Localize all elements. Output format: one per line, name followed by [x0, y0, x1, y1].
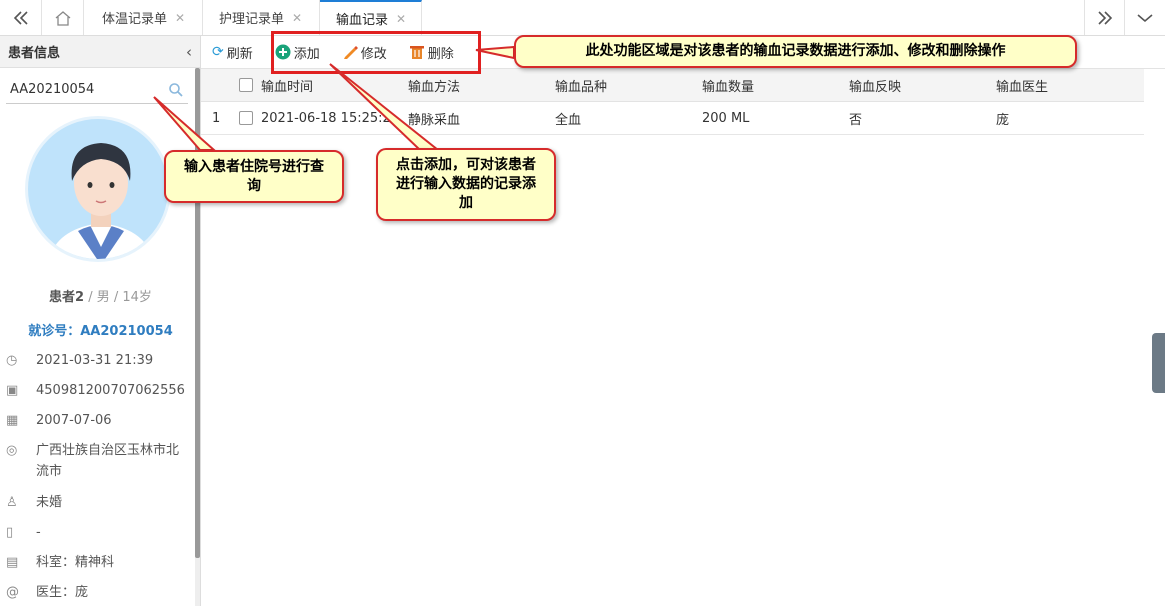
info-birthdate: ▦ 2007-07-06	[6, 410, 191, 431]
patient-search-input[interactable]: AA20210054	[6, 76, 188, 104]
tabs-scroll-left-button[interactable]	[0, 0, 42, 35]
info-department: ▤ 科室：精神科	[6, 552, 191, 573]
visit-id: 就诊号：AA20210054	[28, 324, 173, 339]
info-address: ◎ 广西壮族自治区玉林市北流市	[6, 440, 191, 482]
col-header[interactable]: 输血反映	[849, 76, 996, 95]
info-text: 2021-03-31 21:39	[36, 353, 154, 368]
table-cell: 庞	[996, 112, 1010, 128]
table-row[interactable]: 1 2021-06-18 15:25:2 静脉采血 全血 200 ML 否 庞	[201, 102, 1144, 135]
table-cell: 否	[849, 112, 863, 128]
toolbar-callout: 此处功能区域是对该患者的输血记录数据进行添加、修改和删除操作	[514, 35, 1077, 68]
tab-transfusion[interactable]: 输血记录 ✕	[320, 0, 422, 35]
col-header[interactable]: 输血方法	[408, 76, 555, 95]
refresh-button[interactable]: ⟳ 刷新	[206, 43, 259, 62]
avatar-image	[49, 143, 153, 259]
info-admit-time: ◷ 2021-03-31 21:39	[6, 350, 191, 371]
phone-icon: ▯	[6, 525, 14, 540]
info-id-number: ▣ 450981200707062556	[6, 380, 191, 401]
tab-nursing[interactable]: 护理记录单 ✕	[203, 0, 320, 35]
close-icon[interactable]: ✕	[396, 12, 406, 26]
info-text: 450981200707062556	[36, 383, 185, 398]
info-doctor: @ 医生：庞	[6, 582, 191, 603]
at-icon: @	[6, 585, 19, 600]
tab-label: 体温记录单	[102, 12, 168, 27]
col-header[interactable]: 输血品种	[555, 76, 702, 95]
side-panel-grip[interactable]	[1152, 333, 1165, 393]
select-all-checkbox[interactable]	[231, 78, 261, 92]
double-chevron-left-icon	[13, 10, 28, 25]
info-text: 未婚	[36, 495, 63, 510]
tab-label: 输血记录	[336, 13, 389, 28]
transfusion-table: 输血时间 输血方法 输血品种 输血数量 输血反映 输血医生 1 2021-06-…	[201, 69, 1144, 135]
table-cell: 全血	[555, 112, 582, 128]
home-tab[interactable]	[42, 0, 84, 35]
tabs-menu-button[interactable]	[1124, 0, 1164, 35]
add-callout: 点击添加，可对该患者进行输入数据的记录添加	[376, 148, 556, 221]
close-icon[interactable]: ✕	[292, 11, 302, 25]
row-number: 1	[212, 110, 221, 126]
col-header[interactable]: 输血时间	[261, 76, 408, 95]
search-icon[interactable]	[168, 82, 184, 98]
patient-name: 患者2	[49, 290, 85, 305]
clock-icon: ◷	[6, 353, 18, 368]
table-cell: 静脉采血	[408, 112, 461, 128]
refresh-label: 刷新	[226, 46, 253, 62]
search-value: AA20210054	[10, 82, 95, 97]
col-header[interactable]: 输血医生	[996, 76, 1143, 95]
collapse-sidebar-button[interactable]: ‹	[186, 43, 192, 61]
sidebar-title: 患者信息	[8, 46, 61, 61]
tab-label: 护理记录单	[219, 12, 285, 27]
table-cell: 200 ML	[702, 110, 750, 126]
patient-meta: / 男 / 14岁	[84, 290, 152, 305]
location-icon: ◎	[6, 443, 18, 458]
patient-name-line: 患者2 / 男 / 14岁	[0, 286, 201, 305]
search-callout: 输入患者住院号进行查询	[164, 150, 344, 203]
close-icon[interactable]: ✕	[175, 11, 185, 25]
id-card-icon: ▣	[6, 383, 19, 398]
avatar	[25, 116, 171, 262]
col-header[interactable]: 输血数量	[702, 76, 849, 95]
info-phone: ▯ -	[6, 522, 191, 543]
info-text: 医生：庞	[36, 585, 89, 600]
sidebar-scrollbar-thumb[interactable]	[195, 68, 200, 558]
sidebar-header: 患者信息 ‹	[0, 36, 200, 68]
info-text: 广西壮族自治区玉林市北流市	[36, 443, 180, 479]
info-text: 科室：精神科	[36, 555, 115, 570]
home-icon	[55, 10, 70, 26]
toolbar-highlight-box	[271, 31, 481, 74]
tab-temperature[interactable]: 体温记录单 ✕	[86, 0, 203, 35]
department-icon: ▤	[6, 555, 19, 570]
chevron-down-icon	[1136, 13, 1153, 22]
row-checkbox[interactable]	[231, 111, 261, 125]
info-text: 2007-07-06	[36, 413, 112, 428]
tabs-scroll-right-button[interactable]	[1084, 0, 1124, 35]
user-icon: ♙	[6, 495, 18, 510]
info-marital: ♙ 未婚	[6, 492, 191, 513]
calendar-icon: ▦	[6, 413, 19, 428]
tab-bar: 体温记录单 ✕ 护理记录单 ✕ 输血记录 ✕	[0, 0, 1165, 36]
double-chevron-right-icon	[1097, 10, 1112, 25]
info-text: -	[36, 525, 41, 540]
refresh-icon: ⟳	[212, 44, 224, 60]
patient-sidebar: 患者信息 ‹ AA20210054 患者2 / 男 / 14岁 就诊号：AA20…	[0, 36, 201, 606]
table-cell: 2021-06-18 15:25:2	[261, 110, 391, 126]
